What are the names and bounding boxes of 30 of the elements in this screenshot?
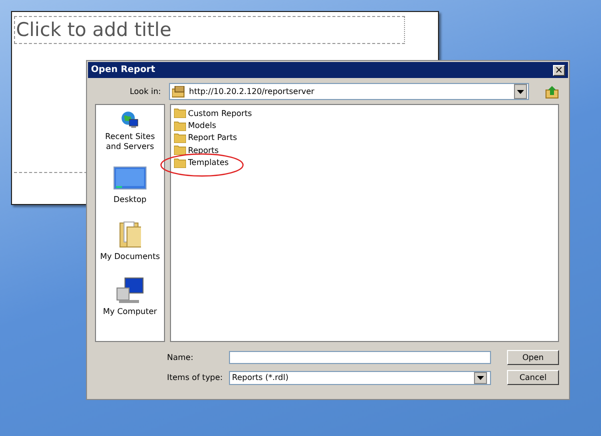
- desktop-icon[interactable]: [113, 166, 147, 192]
- open-button[interactable]: Open: [507, 350, 559, 365]
- place-label[interactable]: My Documents: [97, 252, 163, 262]
- folder-icon: [174, 158, 186, 168]
- cancel-button[interactable]: Cancel: [507, 370, 559, 385]
- place-label[interactable]: My Computer: [97, 307, 163, 317]
- name-label: Name:: [167, 353, 194, 362]
- place-label[interactable]: Desktop: [97, 195, 163, 205]
- close-button[interactable]: ×: [553, 64, 565, 76]
- server-folder-icon: [172, 86, 186, 98]
- folder-name[interactable]: Models: [188, 121, 216, 130]
- folder-name[interactable]: Custom Reports: [188, 108, 252, 118]
- folder-icon: [174, 132, 186, 143]
- name-field[interactable]: [229, 351, 491, 364]
- folder-name[interactable]: Templates: [188, 158, 229, 168]
- look-in-dropdown[interactable]: http://10.20.2.120/reportserver: [169, 83, 529, 100]
- folder-icon: [174, 145, 186, 156]
- window-title: Open Report: [91, 65, 156, 75]
- folder-name[interactable]: Reports: [188, 146, 219, 155]
- place-label[interactable]: Recent Sites and Servers: [97, 132, 163, 152]
- folder-icon: [174, 120, 186, 131]
- title-placeholder[interactable]: Click to add title: [14, 16, 405, 44]
- type-label: Items of type:: [167, 373, 223, 382]
- folder-name[interactable]: Report Parts: [188, 133, 238, 142]
- folder-icon: [174, 108, 186, 118]
- look-in-label: Look in:: [128, 87, 161, 96]
- up-folder-icon[interactable]: [545, 84, 559, 98]
- computer-icon[interactable]: [115, 276, 145, 304]
- type-dropdown[interactable]: Reports (*.rdl): [229, 370, 491, 384]
- folder-documents-icon[interactable]: [119, 221, 141, 249]
